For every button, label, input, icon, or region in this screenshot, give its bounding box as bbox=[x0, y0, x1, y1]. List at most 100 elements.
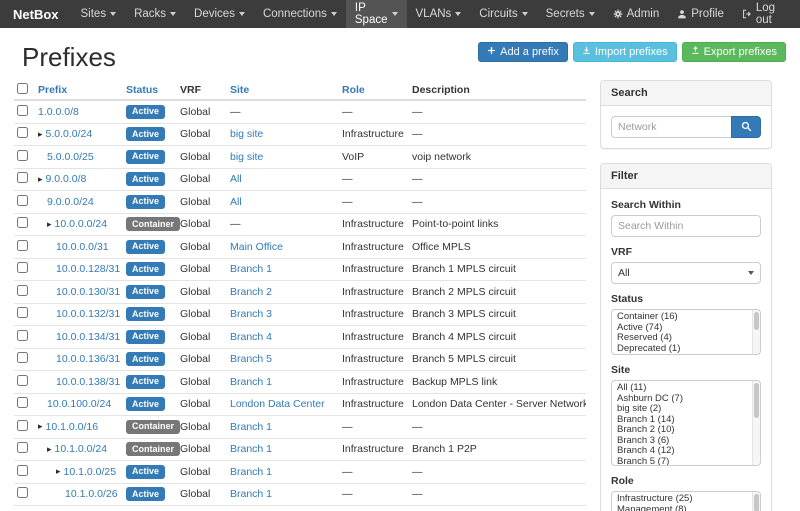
netbox-brand[interactable]: NetBox bbox=[0, 0, 72, 28]
scrollbar[interactable] bbox=[752, 381, 760, 465]
nav-item-secrets[interactable]: Secrets bbox=[537, 0, 604, 28]
row-checkbox[interactable] bbox=[17, 465, 28, 476]
select-all-checkbox[interactable] bbox=[17, 83, 28, 94]
row-checkbox[interactable] bbox=[17, 397, 28, 408]
prefix-link[interactable]: 10.0.0.138/31 bbox=[56, 376, 120, 388]
row-checkbox[interactable] bbox=[17, 375, 28, 386]
row-checkbox[interactable] bbox=[17, 307, 28, 318]
site-link[interactable]: Branch 1 bbox=[230, 466, 272, 478]
select-option[interactable]: All (11) bbox=[612, 383, 760, 394]
status-multiselect[interactable]: Container (16)Active (74)Reserved (4)Dep… bbox=[611, 309, 761, 355]
select-option[interactable]: Infrastructure (25) bbox=[612, 494, 760, 505]
prefix-link[interactable]: 10.0.0.128/31 bbox=[56, 263, 120, 275]
prefix-link[interactable]: 1.0.0.0/8 bbox=[38, 106, 79, 118]
prefix-link[interactable]: 10.0.0.136/31 bbox=[56, 353, 120, 365]
site-link[interactable]: Branch 1 bbox=[230, 376, 272, 388]
prefix-link[interactable]: 10.0.0.0/31 bbox=[56, 241, 109, 253]
select-option[interactable]: Deprecated (1) bbox=[612, 344, 760, 355]
prefix-link[interactable]: 10.1.0.0/26 bbox=[65, 488, 118, 500]
row-checkbox[interactable] bbox=[17, 442, 28, 453]
select-option[interactable]: Container (16) bbox=[612, 312, 760, 323]
site-link[interactable]: Branch 3 bbox=[230, 308, 272, 320]
row-checkbox[interactable] bbox=[17, 172, 28, 183]
prefix-link[interactable]: 10.1.0.0/25 bbox=[64, 466, 117, 478]
scrollbar-thumb[interactable] bbox=[754, 383, 759, 418]
nav-item-racks[interactable]: Racks bbox=[125, 0, 185, 28]
column-header-status[interactable]: Status bbox=[126, 84, 180, 96]
site-link[interactable]: Branch 1 bbox=[230, 263, 272, 275]
import-prefixes-button[interactable]: Import prefixes bbox=[573, 42, 677, 62]
description-cell: Branch 1 P2P bbox=[412, 443, 586, 455]
nav-item-admin[interactable]: Admin bbox=[604, 0, 669, 28]
scrollbar[interactable] bbox=[752, 310, 760, 354]
select-option[interactable]: Branch 5 (7) bbox=[612, 457, 760, 467]
column-header-role[interactable]: Role bbox=[342, 84, 412, 96]
prefix-link[interactable]: 5.0.0.0/25 bbox=[47, 151, 94, 163]
nav-item-profile[interactable]: Profile bbox=[668, 0, 733, 28]
role-multiselect[interactable]: Infrastructure (25)Management (8)Private… bbox=[611, 491, 761, 511]
site-link[interactable]: Main Office bbox=[230, 241, 283, 253]
nav-item-vlans[interactable]: VLANs bbox=[407, 0, 471, 28]
row-checkbox[interactable] bbox=[17, 217, 28, 228]
select-option[interactable]: Management (8) bbox=[612, 505, 760, 511]
site-link[interactable]: big site bbox=[230, 151, 263, 163]
row-checkbox[interactable] bbox=[17, 262, 28, 273]
column-header-site[interactable]: Site bbox=[230, 84, 342, 96]
select-option[interactable]: Branch 2 (10) bbox=[612, 425, 760, 436]
prefix-link[interactable]: 10.0.0.0/24 bbox=[55, 218, 108, 230]
select-option[interactable]: Branch 1 (14) bbox=[612, 415, 760, 426]
row-checkbox[interactable] bbox=[17, 240, 28, 251]
site-link[interactable]: Branch 1 bbox=[230, 421, 272, 433]
row-checkbox[interactable] bbox=[17, 352, 28, 363]
nav-item-logout[interactable]: Log out bbox=[733, 0, 794, 28]
prefix-link[interactable]: 9.0.0.0/24 bbox=[47, 196, 94, 208]
nav-item-circuits[interactable]: Circuits bbox=[470, 0, 536, 28]
site-link[interactable]: London Data Center bbox=[230, 398, 325, 410]
row-checkbox[interactable] bbox=[17, 330, 28, 341]
site-link[interactable]: All bbox=[230, 196, 242, 208]
site-link[interactable]: Branch 4 bbox=[230, 331, 272, 343]
add-prefix-button[interactable]: Add a prefix bbox=[478, 42, 568, 62]
site-link[interactable]: big site bbox=[230, 128, 263, 140]
prefix-link[interactable]: 10.1.0.0/24 bbox=[55, 443, 108, 455]
nav-item-sites[interactable]: Sites bbox=[72, 0, 126, 28]
export-prefixes-button[interactable]: Export prefixes bbox=[682, 42, 786, 62]
row-checkbox[interactable] bbox=[17, 150, 28, 161]
select-option[interactable]: Active (74) bbox=[612, 323, 760, 334]
nav-item-devices[interactable]: Devices bbox=[185, 0, 254, 28]
scrollbar[interactable] bbox=[752, 492, 760, 511]
site-link[interactable]: Branch 1 bbox=[230, 488, 272, 500]
prefix-link[interactable]: 10.0.0.132/31 bbox=[56, 308, 120, 320]
scrollbar-thumb[interactable] bbox=[754, 494, 759, 511]
select-option[interactable]: Branch 4 (12) bbox=[612, 446, 760, 457]
row-checkbox[interactable] bbox=[17, 285, 28, 296]
scrollbar-thumb[interactable] bbox=[754, 312, 759, 330]
prefix-link[interactable]: 10.0.100.0/24 bbox=[47, 398, 111, 410]
row-checkbox[interactable] bbox=[17, 420, 28, 431]
site-link[interactable]: Branch 1 bbox=[230, 443, 272, 455]
column-header-prefix[interactable]: Prefix bbox=[38, 84, 126, 96]
row-checkbox[interactable] bbox=[17, 195, 28, 206]
nav-item-connections[interactable]: Connections bbox=[254, 0, 346, 28]
site-link[interactable]: Branch 2 bbox=[230, 286, 272, 298]
site-link[interactable]: All bbox=[230, 173, 242, 185]
search-within-input[interactable] bbox=[611, 215, 761, 237]
row-checkbox[interactable] bbox=[17, 105, 28, 116]
site-multiselect[interactable]: All (11)Ashburn DC (7)big site (2)Branch… bbox=[611, 380, 761, 466]
search-button[interactable] bbox=[731, 116, 761, 138]
row-checkbox[interactable] bbox=[17, 487, 28, 498]
row-checkbox[interactable] bbox=[17, 127, 28, 138]
select-option[interactable]: Ashburn DC (7) bbox=[612, 394, 760, 405]
prefix-link[interactable]: 10.0.0.134/31 bbox=[56, 331, 120, 343]
vrf-select[interactable]: All bbox=[611, 262, 761, 284]
select-option[interactable]: big site (2) bbox=[612, 404, 760, 415]
select-option[interactable]: Branch 3 (6) bbox=[612, 436, 760, 447]
site-link[interactable]: Branch 5 bbox=[230, 353, 272, 365]
prefix-link[interactable]: 5.0.0.0/24 bbox=[46, 128, 93, 140]
search-input[interactable] bbox=[611, 116, 731, 138]
select-option[interactable]: Reserved (4) bbox=[612, 333, 760, 344]
nav-item-ip-space[interactable]: IP Space bbox=[346, 0, 407, 28]
prefix-link[interactable]: 10.0.0.130/31 bbox=[56, 286, 120, 298]
prefix-link[interactable]: 9.0.0.0/8 bbox=[46, 173, 87, 185]
prefix-link[interactable]: 10.1.0.0/16 bbox=[46, 421, 99, 433]
